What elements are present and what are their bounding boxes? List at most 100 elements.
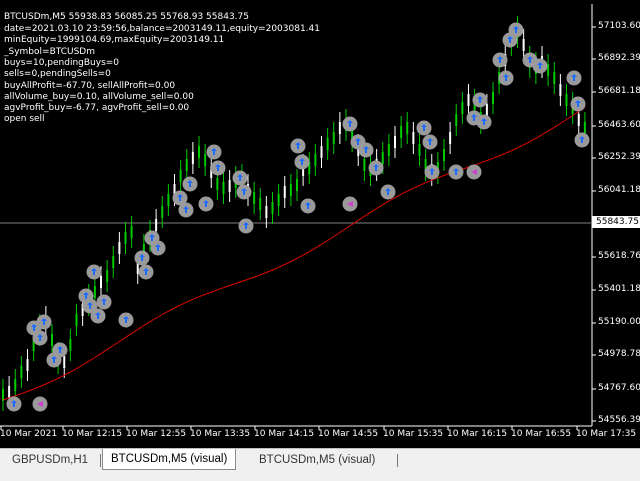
candle-body [553,72,556,84]
candle-body [112,256,115,268]
candle-body [406,122,409,134]
candle-body [198,146,200,158]
candle-body [118,242,121,254]
price-tick-label: 56463.60 [598,120,640,130]
candle-body [583,122,586,134]
time-tick-label: 10 Mar 2021 [0,429,58,439]
candle-body [93,286,96,298]
candle-body [418,144,421,156]
price-tick-label: 54978.78 [598,349,640,359]
candle-body [179,170,182,182]
candle-body [443,149,445,161]
price-tick-label: 55618.76 [598,251,640,261]
price-tick-label: 54556.39 [598,415,640,425]
candle-body [271,202,274,214]
candle-body [387,144,390,156]
price-tick-label: 56681.18 [598,86,640,96]
candle-body [259,198,262,210]
candle-body [100,276,102,288]
price-tick-label: 55401.18 [598,284,640,294]
candle-body [283,186,286,198]
candle-body [565,94,568,106]
candle-body [265,206,268,218]
tab-btcusdm-m5-visual[interactable]: BTCUSDm,M5 (visual) [251,451,383,469]
candle-body [320,146,323,158]
time-tick-label: 10 Mar 16:15 [447,429,508,439]
price-tick-label: 55190.00 [598,317,640,327]
candle-body [2,389,4,401]
ea-info-line: buyAllProfit=-67.70, sellAllProfit=0.00 [4,80,176,91]
ea-info-line: date=2021.03.10 23:59:56,balance=2003149… [4,24,320,34]
time-tick-label: 10 Mar 17:35 [576,429,637,439]
tab-gbpusdm-h1[interactable]: GBPUSDm,H1 [4,451,96,469]
time-tick-label: 10 Mar 15:35 [383,429,444,439]
candle-body [332,132,335,144]
time-tick-label: 10 Mar 16:55 [511,429,572,439]
candle-body [155,219,158,231]
candle-body [412,132,415,144]
candle-body [75,314,78,326]
candle-body [326,138,329,150]
candle-body [381,152,384,164]
candle-body [216,178,219,190]
candle-body [161,206,164,218]
current-price-label: 55843.75 [592,216,640,228]
candle-body [289,184,292,196]
candle-body [253,192,256,204]
candle-body [338,122,341,134]
candle-body [559,84,562,96]
tab-separator [397,454,398,467]
time-tick-label: 10 Mar 12:15 [62,429,123,439]
candle-body [492,92,494,104]
candle-body [130,226,133,238]
ea-info-line: open sell [4,114,45,125]
candle-body [167,194,170,206]
candle-body [51,334,53,346]
candle-body [69,339,72,351]
price-tick-label: 56892.39 [598,53,640,63]
time-tick-label: 10 Mar 13:35 [190,429,251,439]
ea-info-line: allVolume_buy=0.10, allVolume_sell=0.00 [4,91,194,102]
ea-info-line: _Symbol=BTCUSDm [4,46,95,57]
candle-body [467,94,470,106]
candle-body [185,159,188,171]
candle-body [204,154,207,166]
price-tick-label: 57103.60 [598,21,640,31]
time-tick-label: 10 Mar 12:55 [126,429,187,439]
candle-body [363,159,366,171]
candle-body [522,39,525,51]
candle-body [191,152,194,164]
tab-btcusdm-m5-visual-active[interactable]: BTCUSDm,M5 (visual) [102,449,237,470]
price-tick-label: 56041.18 [598,185,640,195]
candle-body [228,180,231,192]
candle-body [296,179,298,191]
ea-info-line: agvProfit_buy=-6.77, agvProfit_sell=0.00 [4,103,190,114]
candle-body [26,359,29,371]
candle-body [106,270,109,282]
candle-body [400,126,403,138]
candle-body [394,136,396,148]
price-tick-label: 54767.60 [598,383,640,393]
candle-body [63,356,66,368]
tab-separator [100,454,101,467]
candle-body [277,194,280,206]
candle-body [20,366,23,378]
price-chart[interactable]: BTCUSDm,M5 55938.83 56085.25 55768.93 55… [0,0,640,448]
time-tick-label: 10 Mar 14:15 [254,429,315,439]
ea-info-line: buys=10,pendingBuys=0 [4,57,120,68]
time-tick-label: 10 Mar 14:55 [318,429,379,439]
candle-body [314,154,317,166]
candle-body [485,104,488,116]
candle-body [14,379,17,391]
price-tick-label: 56252.39 [598,152,640,162]
candle-body [8,386,11,398]
ea-info-line: sells=0,pendingSells=0 [4,69,111,80]
candle-body [455,114,458,126]
candle-body [222,182,225,194]
chart-tab-bar: GBPUSDm,H1 BTCUSDm,M5 (visual) BTCUSDm,M… [0,448,640,481]
symbol-ohlc-label: BTCUSDm,M5 55938.83 56085.25 55768.93 55… [4,12,249,22]
candle-body [577,114,580,126]
candle-body [124,232,127,244]
ea-info-line: minEquity=1999104.69,maxEquity=2003149.1… [4,35,225,46]
candle-body [461,102,464,114]
